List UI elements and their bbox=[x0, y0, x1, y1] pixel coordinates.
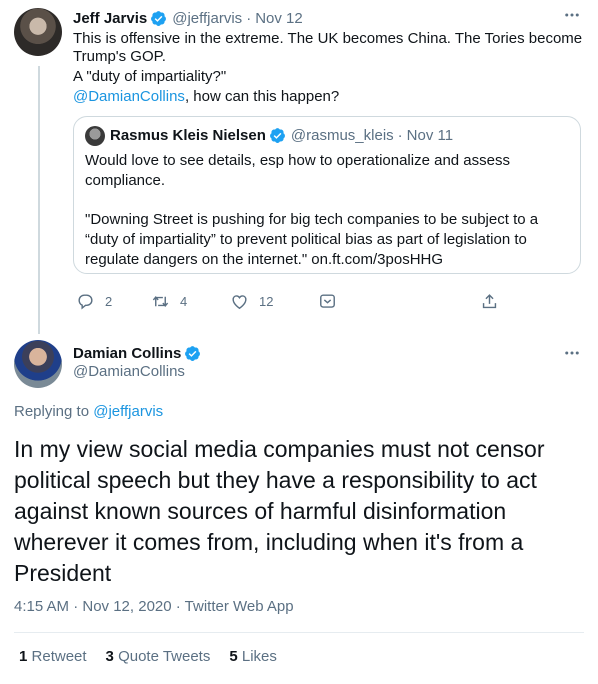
replying-label: Replying to bbox=[14, 403, 90, 420]
tweet1-author-name[interactable]: Jeff Jarvis bbox=[73, 10, 147, 27]
quoted-tweet-card[interactable]: Rasmus Kleis Nielsen @rasmus_kleis · Nov… bbox=[73, 116, 581, 274]
quote-line: Would love to see details, esp how to op… bbox=[85, 152, 510, 169]
tweet1-line: This is offensive in the extreme. The UK… bbox=[73, 30, 583, 47]
retweets-label: Retweet bbox=[31, 648, 87, 665]
replying-to: Replying to @jeffjarvis bbox=[14, 403, 163, 420]
quote-date: Nov 11 bbox=[406, 127, 454, 144]
retweets-stat[interactable]: 1 Retweet bbox=[19, 648, 87, 665]
avatar-rasmus bbox=[85, 126, 105, 146]
share-button[interactable] bbox=[480, 292, 509, 311]
retweet-count: 4 bbox=[180, 294, 188, 309]
tweet1-handle[interactable]: @jeffjarvis bbox=[172, 10, 242, 27]
quote-paragraph-gap bbox=[85, 191, 575, 210]
more-icon-svg bbox=[565, 13, 579, 17]
like-button[interactable]: 12 bbox=[230, 292, 273, 311]
analytics-button[interactable] bbox=[318, 292, 347, 311]
likes-label: Likes bbox=[241, 648, 277, 665]
tweet1-date[interactable]: Nov 12 bbox=[255, 10, 303, 27]
quote-line: compliance. bbox=[85, 172, 166, 189]
replying-to-link[interactable]: @jeffjarvis bbox=[93, 403, 163, 420]
tweet2-line: political speech but they have a respons… bbox=[14, 467, 537, 493]
retweet-icon bbox=[152, 296, 169, 307]
tweet2-handle[interactable]: @DamianCollins bbox=[73, 363, 201, 380]
tweet2-line: wherever it comes from, including when i… bbox=[14, 529, 524, 555]
tweet1-line-rest: , how can this happen? bbox=[184, 88, 340, 105]
thread-line bbox=[38, 66, 40, 334]
quote-header: Rasmus Kleis Nielsen @rasmus_kleis · Nov… bbox=[110, 127, 453, 144]
quote-line: regulate dangers on the internet." on.ft… bbox=[85, 251, 444, 268]
reply-icon bbox=[78, 294, 93, 310]
verified-icon bbox=[269, 128, 285, 143]
tweet1-line: A "duty of impartiality?" bbox=[73, 68, 227, 85]
more-icon-svg bbox=[565, 351, 579, 355]
quote-handle: @rasmus_kleis bbox=[290, 127, 394, 144]
tweet2-author: Damian Collins @DamianCollins bbox=[73, 345, 201, 380]
retweet-button[interactable]: 4 bbox=[151, 292, 187, 311]
like-count: 12 bbox=[259, 294, 274, 309]
tweet1-line: Trump's GOP. bbox=[73, 48, 166, 65]
avatar-damian-collins[interactable] bbox=[14, 340, 62, 388]
likes-stat[interactable]: 5 Likes bbox=[229, 648, 277, 665]
reply-count: 2 bbox=[105, 294, 113, 309]
tweet2-author-name[interactable]: Damian Collins bbox=[73, 345, 181, 362]
verified-icon bbox=[151, 10, 167, 26]
quote-sep: · bbox=[397, 127, 403, 144]
quote-line: “duty of impartiality” to prevent politi… bbox=[85, 231, 527, 248]
retweets-num: 1 bbox=[19, 648, 28, 665]
tweet1-line: @DamianCollins, how can this happen? bbox=[73, 87, 583, 107]
quotes-num: 3 bbox=[105, 648, 114, 665]
tweet2-meta[interactable]: 4:15 AM · Nov 12, 2020 · Twitter Web App bbox=[14, 598, 294, 615]
analytics-icon bbox=[320, 294, 335, 308]
quote-body: Would love to see details, esp how to op… bbox=[85, 151, 575, 270]
tweet2-line: President bbox=[14, 560, 112, 586]
tweet2-line: In my view social media companies must n… bbox=[14, 436, 545, 462]
divider bbox=[14, 632, 584, 633]
quotes-label: Quote Tweets bbox=[118, 648, 211, 665]
quote-line: "Downing Street is pushing for big tech … bbox=[85, 211, 539, 228]
tweet1-body: This is offensive in the extreme. The UK… bbox=[73, 29, 583, 107]
tweet2-name-row: Damian Collins bbox=[73, 345, 201, 362]
more-icon[interactable] bbox=[563, 344, 581, 365]
tweet1-header: Jeff Jarvis @jeffjarvis · Nov 12 bbox=[73, 8, 303, 28]
tweet2-body: In my view social media companies must n… bbox=[14, 434, 589, 589]
like-icon bbox=[232, 295, 247, 310]
verified-icon bbox=[185, 346, 201, 361]
tweet1-sep: · bbox=[246, 9, 252, 27]
quotes-stat[interactable]: 3 Quote Tweets bbox=[106, 648, 211, 665]
quote-author-name: Rasmus Kleis Nielsen bbox=[110, 127, 266, 144]
share-icon bbox=[482, 294, 497, 309]
avatar-jeff-jarvis[interactable] bbox=[14, 8, 62, 56]
likes-num: 5 bbox=[229, 648, 238, 665]
tweet2-line: against known sources of harmful disinfo… bbox=[14, 498, 507, 524]
tweet2-stats: 1 Retweet 3 Quote Tweets 5 Likes bbox=[19, 648, 277, 665]
mention-link[interactable]: @DamianCollins bbox=[73, 88, 185, 105]
reply-button[interactable]: 2 bbox=[76, 292, 112, 311]
more-icon[interactable] bbox=[563, 6, 581, 27]
